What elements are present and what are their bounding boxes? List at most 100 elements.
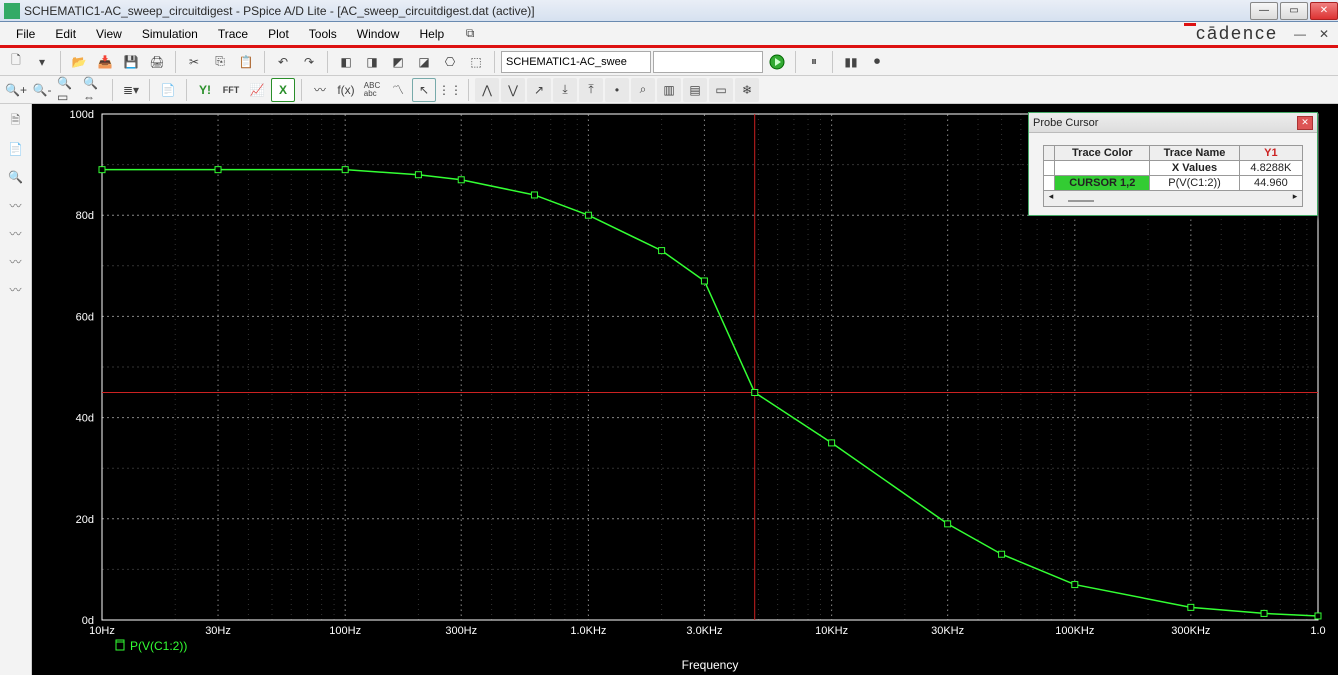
svg-text:10Hz: 10Hz — [89, 625, 115, 637]
excel-export-button[interactable]: X — [271, 78, 295, 102]
menu-help[interactable]: Help — [409, 24, 454, 44]
cut-button[interactable]: ✂ — [182, 50, 206, 74]
probe-xrow-label: X Values — [1150, 161, 1240, 176]
toolbar-row-1: 🗋 ▾ 📂 📥 💾 🖨 ✂ ⎘ 📋 ↶ ↷ ◧ ◨ ◩ ◪ ⎔ ⬚ SCHEMA… — [0, 48, 1338, 76]
cursor-search-button[interactable]: ⌕ — [631, 78, 655, 102]
view-results-button[interactable]: 📄 — [156, 78, 180, 102]
record-button[interactable]: ⏺ — [865, 50, 889, 74]
eval-meas-button[interactable]: f(x) — [334, 78, 358, 102]
menu-tools[interactable]: Tools — [299, 24, 347, 44]
leftstrip-doc-icon[interactable]: 🗎 — [5, 110, 27, 132]
probe-hdr-color: Trace Color — [1055, 146, 1150, 161]
save-button[interactable]: 💾 — [119, 50, 143, 74]
cursor-max-button[interactable]: ⤒ — [579, 78, 603, 102]
probe-hdr-name: Trace Name — [1150, 146, 1240, 161]
zoom-fit-button[interactable]: 🔍⇔ — [82, 78, 106, 102]
zoom-in-button[interactable]: 🔍+ — [4, 78, 28, 102]
menu-window[interactable]: Window — [347, 24, 410, 44]
plot-area[interactable]: 0d20d40d60d80d100d10Hz30Hz100Hz300Hz1.0K… — [32, 104, 1338, 675]
append-button[interactable]: 📥 — [93, 50, 117, 74]
marker-6-button[interactable]: ⬚ — [464, 50, 488, 74]
mdi-minimize-icon[interactable]: ― — [1288, 22, 1312, 46]
menu-file[interactable]: File — [6, 24, 45, 44]
text-label-button[interactable]: ABCabc — [360, 78, 384, 102]
menubar: File Edit View Simulation Trace Plot Too… — [0, 22, 1338, 48]
menu-view[interactable]: View — [86, 24, 132, 44]
marker-1-button[interactable]: ◧ — [334, 50, 358, 74]
probe-titlebar[interactable]: Probe Cursor ✕ — [1029, 113, 1317, 133]
new-file-button[interactable]: 🗋 — [4, 50, 28, 74]
marker-4-button[interactable]: ◪ — [412, 50, 436, 74]
svg-text:P(V(C1:2)): P(V(C1:2)) — [130, 639, 187, 653]
stop-sim-button[interactable]: ▮▮ — [839, 50, 863, 74]
mdi-close-icon[interactable]: ✕ — [1312, 22, 1336, 46]
zoom-out-button[interactable]: 🔍- — [30, 78, 54, 102]
leftstrip-wave-a-icon[interactable]: 〰 — [5, 194, 27, 216]
perf-analysis-button[interactable]: 📈 — [245, 78, 269, 102]
print-button[interactable]: 🖨 — [145, 50, 169, 74]
svg-text:30KHz: 30KHz — [931, 625, 964, 637]
cursor-freeze-button[interactable]: ❄ — [735, 78, 759, 102]
cursor-point-button[interactable]: • — [605, 78, 629, 102]
probe-scroll-left-icon[interactable]: ◂ — [1044, 191, 1058, 206]
undo-button[interactable]: ↶ — [271, 50, 295, 74]
zoom-area-button[interactable]: 🔍▭ — [56, 78, 80, 102]
redo-button[interactable]: ↷ — [297, 50, 321, 74]
leftstrip-wave-c-icon[interactable]: 〰 — [5, 250, 27, 272]
expression-input[interactable] — [653, 51, 763, 73]
cursor-min-button[interactable]: ⤓ — [553, 78, 577, 102]
probe-scroll-thumb[interactable] — [1068, 200, 1094, 202]
marker-3-button[interactable]: ◩ — [386, 50, 410, 74]
probe-row-cursor[interactable]: CURSOR 1,2 — [1055, 176, 1150, 191]
window-close-button[interactable]: ✕ — [1310, 2, 1338, 20]
new-dropdown-button[interactable]: ▾ — [30, 50, 54, 74]
toggle-cursor-button[interactable]: ↖ — [412, 78, 436, 102]
leftstrip-wave-d-icon[interactable]: 〰 — [5, 278, 27, 300]
cursor-next-tr-button[interactable]: ▥ — [657, 78, 681, 102]
probe-hscrollbar[interactable]: ◂ ▸ — [1043, 191, 1303, 207]
probe-cursor-panel[interactable]: Probe Cursor ✕ Trace Color Trace Name Y1… — [1028, 112, 1318, 216]
probe-scroll-right-icon[interactable]: ▸ — [1288, 191, 1302, 206]
large-cursor-button[interactable]: ⋮⋮ — [438, 78, 462, 102]
pause-sim-button[interactable]: ⏸ — [802, 50, 826, 74]
schematic-name-field[interactable]: SCHEMATIC1-AC_swee — [501, 51, 651, 73]
window-maximize-button[interactable]: ▭ — [1280, 2, 1308, 20]
run-sim-button[interactable] — [765, 50, 789, 74]
fft-button[interactable]: FFT — [219, 78, 243, 102]
log-toggle-button[interactable]: ≣▾ — [119, 78, 143, 102]
svg-text:100KHz: 100KHz — [1055, 625, 1094, 637]
cursor-prev-tr-button[interactable]: ▤ — [683, 78, 707, 102]
marker-5-button[interactable]: ⎔ — [438, 50, 462, 74]
cursor-plot-button[interactable]: ▭ — [709, 78, 733, 102]
cursor-peak-button[interactable]: ⋀ — [475, 78, 499, 102]
toolbar-row-2: 🔍+ 🔍- 🔍▭ 🔍⇔ ≣▾ 📄 Y! FFT 📈 X 〰 f(x) ABCab… — [0, 76, 1338, 104]
svg-text:Frequency: Frequency — [682, 658, 739, 672]
cursor-trough-button[interactable]: ⋁ — [501, 78, 525, 102]
copy-button[interactable]: ⎘ — [208, 50, 232, 74]
window-minimize-button[interactable]: ― — [1250, 2, 1278, 20]
menu-edit[interactable]: Edit — [45, 24, 86, 44]
menu-plot[interactable]: Plot — [258, 24, 299, 44]
paste-button[interactable]: 📋 — [234, 50, 258, 74]
leftstrip-search-icon[interactable]: 🔍 — [5, 166, 27, 188]
mdi-restore-icon[interactable]: ⧉ — [458, 22, 482, 46]
svg-text:300Hz: 300Hz — [445, 625, 477, 637]
leftstrip-wave-b-icon[interactable]: 〰 — [5, 222, 27, 244]
probe-close-button[interactable]: ✕ — [1297, 116, 1313, 130]
cursor-slope-button[interactable]: ↗ — [527, 78, 551, 102]
menu-simulation[interactable]: Simulation — [132, 24, 208, 44]
window-title: SCHEMATIC1-AC_sweep_circuitdigest - PSpi… — [24, 4, 535, 18]
marker-2-button[interactable]: ◨ — [360, 50, 384, 74]
svg-text:100d: 100d — [70, 109, 94, 121]
svg-text:300KHz: 300KHz — [1171, 625, 1210, 637]
eval-goal-button[interactable]: Y! — [193, 78, 217, 102]
add-trace-button[interactable]: 〰 — [308, 78, 332, 102]
probe-row-trace: P(V(C1:2)) — [1150, 176, 1240, 191]
menu-trace[interactable]: Trace — [208, 24, 258, 44]
mark-datapoints-button[interactable]: 〽 — [386, 78, 410, 102]
left-tool-strip: 🗎 📄 🔍 〰 〰 〰 〰 — [0, 104, 32, 675]
open-button[interactable]: 📂 — [67, 50, 91, 74]
probe-xrow-blank1 — [1044, 161, 1055, 176]
svg-text:1.0: 1.0 — [1310, 625, 1325, 637]
leftstrip-page-icon[interactable]: 📄 — [5, 138, 27, 160]
